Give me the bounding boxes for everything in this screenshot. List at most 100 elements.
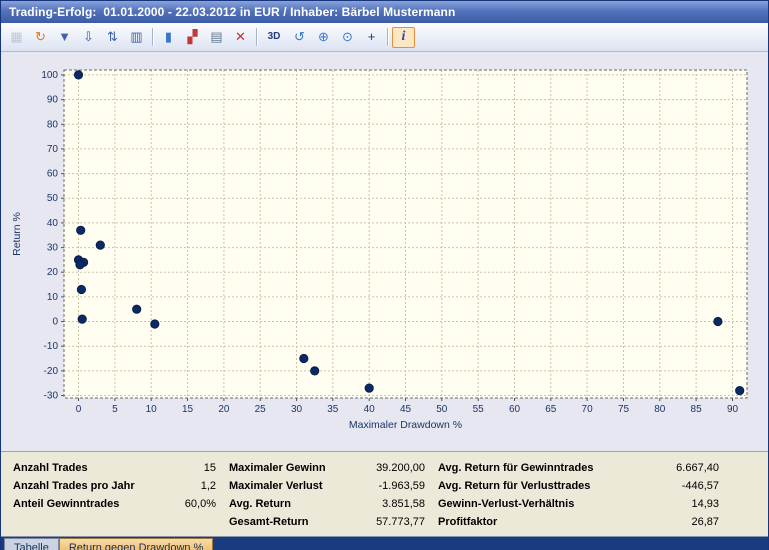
report-icon[interactable]: ▤ bbox=[205, 27, 228, 48]
stat-value: 6.667,40 bbox=[676, 459, 719, 477]
data-point bbox=[74, 71, 82, 79]
stat-row: Maximaler Verlust -1.963,59 bbox=[229, 477, 425, 495]
data-point bbox=[714, 317, 722, 325]
stat-label: Maximaler Gewinn bbox=[229, 459, 326, 477]
stat-value: -446,57 bbox=[682, 477, 719, 495]
svg-text:80: 80 bbox=[47, 119, 59, 130]
svg-text:30: 30 bbox=[291, 404, 303, 415]
stat-row: Avg. Return für Gewinntrades 6.667,40 bbox=[438, 459, 719, 477]
column-stats-icon[interactable]: ▥ bbox=[125, 27, 148, 48]
y-axis-label: Return % bbox=[11, 212, 23, 256]
data-point bbox=[78, 315, 86, 323]
svg-text:40: 40 bbox=[364, 404, 376, 415]
svg-text:20: 20 bbox=[47, 267, 59, 278]
svg-text:50: 50 bbox=[47, 193, 59, 204]
stat-label: Anteil Gewinntrades bbox=[13, 495, 119, 513]
data-point bbox=[77, 226, 85, 234]
stats-column: Maximaler Gewinn39.200,00Maximaler Verlu… bbox=[229, 459, 425, 536]
data-point bbox=[77, 285, 85, 293]
stat-value: 60,0% bbox=[185, 495, 216, 513]
toolbar: ▦↻▼⇩⇅▥ ▮▞▤✕ 3D↺⊕⊙+ i bbox=[1, 23, 768, 52]
zoom-percent-icon[interactable]: ⊕ bbox=[312, 27, 335, 48]
stat-label: Anzahl Trades pro Jahr bbox=[13, 477, 135, 495]
stat-row: Avg. Return für Verlusttrades -446,57 bbox=[438, 477, 719, 495]
tab-return-gegen-drawdown[interactable]: Return gegen Drawdown % bbox=[59, 538, 214, 550]
delete-table-icon[interactable]: ✕ bbox=[229, 27, 252, 48]
scatter-chart: 051015202530354045505560657075808590-30-… bbox=[8, 56, 761, 442]
stat-value: -1.963,59 bbox=[379, 477, 425, 495]
data-point bbox=[311, 367, 319, 375]
svg-text:70: 70 bbox=[582, 404, 594, 415]
data-point bbox=[365, 384, 373, 392]
copy-grid-icon[interactable]: ▦ bbox=[5, 27, 28, 48]
data-point bbox=[151, 320, 159, 328]
rotate-icon[interactable]: ↺ bbox=[288, 27, 311, 48]
3d-button[interactable]: 3D bbox=[261, 27, 287, 48]
svg-text:75: 75 bbox=[618, 404, 630, 415]
svg-text:50: 50 bbox=[436, 404, 448, 415]
candlestick-chart-icon[interactable]: ▞ bbox=[181, 27, 204, 48]
chart-panel: 051015202530354045505560657075808590-30-… bbox=[1, 52, 768, 452]
stat-row: Gesamt-Return57.773,77 bbox=[229, 513, 425, 531]
svg-text:70: 70 bbox=[47, 144, 59, 155]
tab-tabelle[interactable]: Tabelle bbox=[4, 538, 59, 550]
zoom-icon[interactable]: ⊙ bbox=[336, 27, 359, 48]
data-point bbox=[96, 241, 104, 249]
refresh-icon[interactable]: ↻ bbox=[29, 27, 52, 48]
svg-text:90: 90 bbox=[727, 404, 739, 415]
svg-text:85: 85 bbox=[691, 404, 703, 415]
svg-text:60: 60 bbox=[47, 169, 59, 180]
stat-row: Profitfaktor 26,87 bbox=[438, 513, 719, 531]
stat-value: 14,93 bbox=[691, 495, 719, 513]
sort-toggle-icon[interactable]: ⇅ bbox=[101, 27, 124, 48]
toolbar-separator bbox=[256, 28, 257, 46]
svg-text:80: 80 bbox=[654, 404, 666, 415]
stat-row: Maximaler Gewinn 39.200,00 bbox=[229, 459, 425, 477]
filter-icon[interactable]: ▼ bbox=[53, 27, 76, 48]
svg-text:90: 90 bbox=[47, 95, 59, 106]
svg-text:-20: -20 bbox=[44, 366, 59, 377]
stat-label: Gewinn-Verlust-Verhältnis bbox=[438, 495, 574, 513]
stat-label: Profitfaktor bbox=[438, 513, 497, 531]
stat-label: Avg. Return für Verlusttrades bbox=[438, 477, 590, 495]
stat-value: 39.200,00 bbox=[376, 459, 425, 477]
sort-descending-icon[interactable]: ⇩ bbox=[77, 27, 100, 48]
info-icon[interactable]: i bbox=[392, 27, 415, 48]
data-point bbox=[76, 261, 84, 269]
app-window: Trading-Erfolg: 01.01.2000 - 22.03.2012 … bbox=[0, 0, 769, 550]
svg-text:15: 15 bbox=[182, 404, 194, 415]
svg-text:0: 0 bbox=[52, 317, 58, 328]
svg-text:65: 65 bbox=[545, 404, 557, 415]
stat-value: 15 bbox=[204, 459, 216, 477]
svg-text:20: 20 bbox=[218, 404, 230, 415]
svg-text:-30: -30 bbox=[44, 391, 59, 402]
svg-text:10: 10 bbox=[47, 292, 59, 303]
data-point bbox=[133, 305, 141, 313]
svg-text:5: 5 bbox=[112, 404, 118, 415]
svg-text:40: 40 bbox=[47, 218, 59, 229]
stat-value: 57.773,77 bbox=[376, 513, 425, 531]
svg-text:60: 60 bbox=[509, 404, 521, 415]
crosshair-icon[interactable]: + bbox=[360, 27, 383, 48]
svg-text:0: 0 bbox=[76, 404, 82, 415]
svg-text:45: 45 bbox=[400, 404, 412, 415]
stats-column: Anzahl Trades15Anzahl Trades pro Jahr1,2… bbox=[13, 459, 216, 536]
toolbar-separator bbox=[387, 28, 388, 46]
stat-row: Anteil Gewinntrades 60,0% bbox=[13, 495, 216, 513]
stat-value: 26,87 bbox=[691, 513, 719, 531]
stats-column: Avg. Return für Gewinntrades6.667,40Avg.… bbox=[438, 459, 719, 536]
window-title: Trading-Erfolg: 01.01.2000 - 22.03.2012 … bbox=[9, 5, 455, 19]
bar-chart-icon[interactable]: ▮ bbox=[157, 27, 180, 48]
svg-text:100: 100 bbox=[41, 70, 58, 81]
stat-value: 3.851,58 bbox=[382, 495, 425, 513]
stat-label: Maximaler Verlust bbox=[229, 477, 323, 495]
svg-text:10: 10 bbox=[146, 404, 158, 415]
svg-text:55: 55 bbox=[473, 404, 485, 415]
stats-panel: Anzahl Trades15Anzahl Trades pro Jahr1,2… bbox=[1, 452, 768, 536]
svg-text:-10: -10 bbox=[44, 341, 59, 352]
titlebar: Trading-Erfolg: 01.01.2000 - 22.03.2012 … bbox=[1, 1, 768, 23]
data-point bbox=[736, 386, 744, 394]
stat-row: Gewinn-Verlust-Verhältnis 14,93 bbox=[438, 495, 719, 513]
svg-text:30: 30 bbox=[47, 243, 59, 254]
stat-label: Avg. Return für Gewinntrades bbox=[438, 459, 593, 477]
